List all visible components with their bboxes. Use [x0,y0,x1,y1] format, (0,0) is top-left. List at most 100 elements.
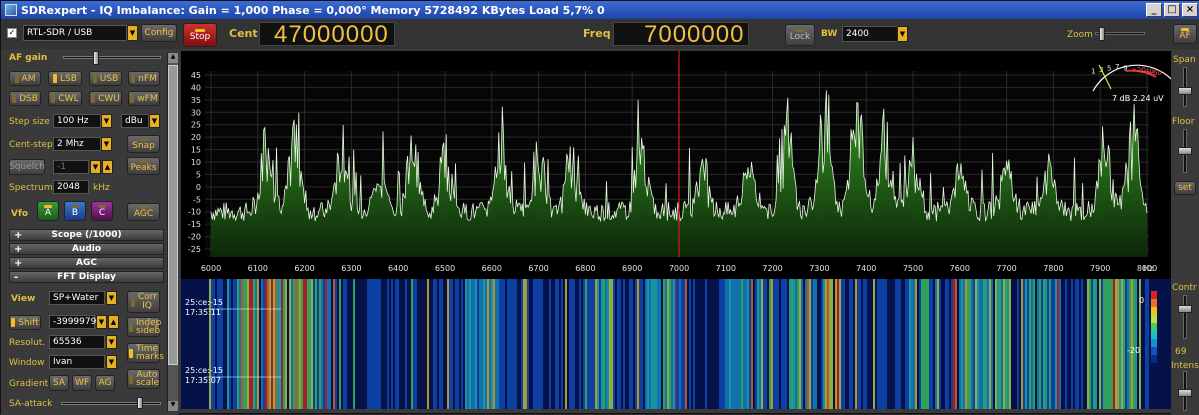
section-scope[interactable]: + Scope (/1000) [9,229,164,241]
squelch-button[interactable]: Squelch [9,159,45,175]
section-audio[interactable]: + Audio [9,243,164,255]
waterfall-column [367,279,369,409]
auto-scale-button[interactable]: Auto scale [127,369,160,389]
waterfall-column [673,279,675,409]
shift-up-icon[interactable]: ▲ [108,315,119,329]
af-gain-thumb[interactable] [93,51,99,65]
vfo-c-button[interactable]: C [91,201,113,221]
mode-lsb-button[interactable]: LSB [48,71,82,86]
waterfall-column [435,279,437,409]
window-dropdown-icon[interactable]: ▼ [106,355,117,369]
waterfall-column [493,279,495,409]
gradient-wf-button[interactable]: WF [72,375,92,391]
maximize-button[interactable]: □ [1164,3,1180,17]
waterfall-column [617,279,619,409]
af-button[interactable]: AF [1173,24,1197,44]
zoom-slider[interactable] [1095,27,1145,41]
step-size-dropdown-icon[interactable]: ▼ [101,114,112,128]
mode-usb-button[interactable]: USB [89,71,122,86]
waterfall-column [515,279,517,409]
scroll-up-icon[interactable]: ▲ [168,53,178,63]
waterfall-column [877,279,879,409]
step-size-label: Step size [9,117,50,127]
cent-step-dropdown-icon[interactable]: ▼ [101,137,112,151]
corr-iq-button[interactable]: Corr IQ [127,291,160,313]
peaks-button[interactable]: Peaks [127,157,160,175]
waterfall-column [1123,279,1125,409]
mode-cwl-button[interactable]: CWL [48,91,82,106]
gradient-sa-button[interactable]: SA [49,375,69,391]
spectrum-size-input[interactable]: 2048 [53,180,89,194]
window-select[interactable]: Ivan [49,355,105,369]
stop-button[interactable]: Stop [183,23,217,47]
vfo-a-button[interactable]: A [37,201,59,221]
device-enable-checkbox[interactable]: ✓ [7,28,17,38]
waterfall-column [939,279,941,409]
mode-cwu-button[interactable]: CWU [89,91,122,106]
sa-attack-slider[interactable] [61,397,161,409]
tuned-frequency-display[interactable]: 7000000 [613,22,749,47]
center-frequency-display[interactable]: 47000000 [259,22,395,47]
waterfall-column [723,279,725,409]
close-button[interactable]: × [1182,3,1198,17]
floor-slider-thumb[interactable] [1178,147,1192,155]
cent-step-select[interactable]: 2 Mhz [53,137,101,151]
unit-dropdown-icon[interactable]: ▼ [149,114,160,128]
squelch-down-icon[interactable]: ▼ [90,160,101,174]
waterfall-column [313,279,315,409]
y-tick-label: 30 [191,108,201,117]
device-select[interactable]: RTL-SDR / USB [23,25,127,41]
left-panel-scrollbar[interactable]: ▲ ▼ [167,53,178,411]
waterfall-column [597,279,599,409]
stop-label: Stop [189,31,211,42]
waterfall-column [623,279,625,409]
gradient-ag-button[interactable]: AG [95,375,115,391]
x-unit-label: Hz [1143,264,1153,273]
waterfall-plot[interactable]: 25:ce:-1517:35:1125:ce:-1517:35:070-20 [181,279,1171,409]
shift-down-icon[interactable]: ▼ [96,315,107,329]
squelch-value[interactable]: -1 [53,160,89,174]
time-marks-button[interactable]: Time marks [127,343,164,363]
indep-sideband-button[interactable]: Indep sideb [127,317,161,337]
span-label: Span [1173,55,1196,65]
waterfall-column [821,279,823,409]
device-dropdown-icon[interactable]: ▼ [127,25,138,41]
scroll-down-icon[interactable]: ▼ [168,401,178,411]
color-scale-step [1151,331,1157,339]
mode-dsb-button[interactable]: DSB [9,91,41,106]
zoom-slider-thumb[interactable] [1099,27,1105,41]
spectrum-plot[interactable]: 454035302520151050-5-10-15-20-256000 6100… [181,51,1176,279]
intensity-slider-thumb[interactable] [1178,389,1192,397]
resolution-dropdown-icon[interactable]: ▼ [106,335,117,349]
sa-attack-thumb[interactable] [137,397,143,409]
config-button[interactable]: Config [141,24,177,42]
spectrum-display[interactable]: 45 40 35 30 25 20 15 10 5 0 -5 -10 -15 -20 -25 6000 6100… [181,51,1176,279]
resolution-select[interactable]: 65536 [49,335,105,349]
mode-nfm-button[interactable]: nFM [128,71,160,86]
bandwidth-dropdown-icon[interactable]: ▼ [897,26,908,42]
step-size-select[interactable]: 100 Hz [53,114,101,128]
agc-button[interactable]: AGC [127,203,160,221]
lock-button[interactable]: Lock [785,24,815,46]
bandwidth-select[interactable]: 2400 [842,26,898,42]
minimize-button[interactable]: _ [1146,3,1162,17]
shift-button[interactable]: Shift [9,315,41,330]
scroll-thumb[interactable] [168,65,178,365]
vfo-b-button[interactable]: B [64,201,86,221]
af-gain-slider[interactable] [63,51,161,65]
section-agc[interactable]: + AGC [9,257,164,269]
view-dropdown-icon[interactable]: ▼ [106,291,117,305]
waterfall-display[interactable]: 25:ce:-15 17:35:11 25:ce:-15 17:35:07 0 -20 [181,279,1171,409]
span-slider-thumb[interactable] [1178,87,1192,95]
squelch-up-icon[interactable]: ▲ [102,160,113,174]
shift-value[interactable]: -3999979 [49,315,96,329]
contrast-slider-thumb[interactable] [1178,305,1192,313]
af-gain-label: AF gain [9,53,48,63]
view-select[interactable]: SP+Water [49,291,105,305]
unit-select[interactable]: dBu [121,114,149,128]
mode-am-button[interactable]: AM [9,71,41,86]
mode-wfm-button[interactable]: wFM [128,91,160,106]
set-button[interactable]: set [1174,181,1196,195]
snap-button[interactable]: Snap [127,135,160,153]
section-fft-display[interactable]: - FFT Display [9,271,164,283]
